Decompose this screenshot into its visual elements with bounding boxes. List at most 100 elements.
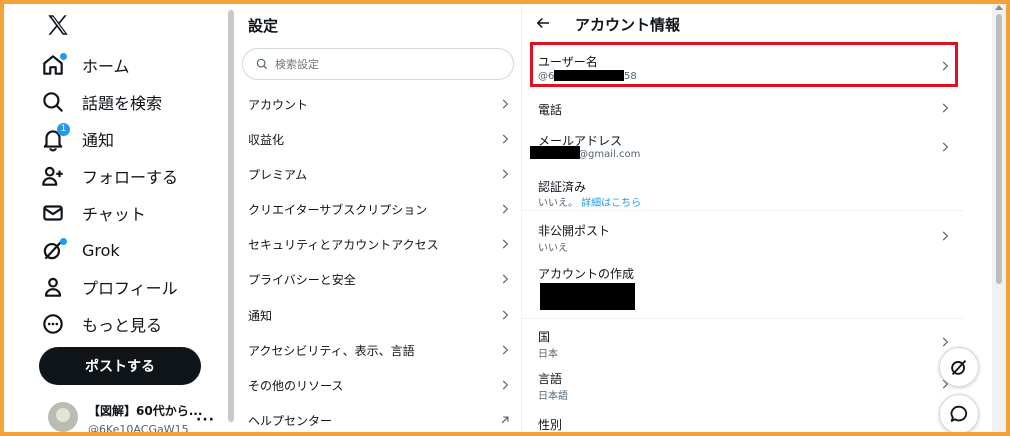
nav-explore[interactable]: 話題を検索 <box>40 84 220 120</box>
nav-label: Grok <box>82 240 120 260</box>
row-phone[interactable]: 電話 <box>522 90 964 124</box>
x-logo-icon[interactable] <box>45 12 71 38</box>
chevron-right-icon <box>502 345 509 355</box>
home-icon <box>40 52 67 78</box>
browser-viewport: ホーム 話題を検索 1 通知 フォローする チャット Grok プロフィール も… <box>4 4 1006 432</box>
settings-title: 設定 <box>248 17 279 35</box>
verified-value: いいえ。 <box>538 198 578 209</box>
redaction-bar <box>530 146 580 159</box>
row-label: 非公開ポスト <box>538 224 611 238</box>
row-language[interactable]: 言語 日本語 <box>522 362 964 402</box>
email-suffix: @gmail.com <box>578 149 641 160</box>
more-dots-icon[interactable]: ··· <box>196 412 215 428</box>
grok-icon <box>40 237 67 263</box>
person-icon <box>40 274 66 300</box>
notification-dot <box>60 238 67 245</box>
chevron-right-icon <box>942 103 949 113</box>
nav-label: プロフィール <box>82 279 178 298</box>
nav-scrollbar[interactable] <box>228 10 234 422</box>
row-email[interactable]: メールアドレス @gmail.com <box>522 126 964 166</box>
bell-icon: 1 <box>40 123 70 152</box>
chevron-right-icon <box>502 380 509 390</box>
settings-item-notifications[interactable]: 通知 <box>235 298 522 333</box>
row-verified: 認証済み いいえ。 詳細はこちら <box>522 168 964 209</box>
nav-chat[interactable]: チャット <box>40 195 220 231</box>
settings-column: 設定 アカウント 収益化 プレミアム クリエイターサブスクリプション セキュリテ… <box>235 4 522 432</box>
account-info-column: アカウント情報 ユーザー名 @6 58 電話 メールアドレス @gmail.co… <box>522 4 964 432</box>
settings-item-label: クリエイターサブスクリプション <box>248 203 428 217</box>
settings-item-label: アカウント <box>248 98 309 112</box>
account-name: 【図解】60代から... <box>88 404 203 418</box>
row-value: いいえ <box>538 243 568 254</box>
back-arrow-icon[interactable] <box>534 14 552 32</box>
chevron-right-icon <box>942 231 949 241</box>
divider <box>522 210 964 211</box>
settings-item-monetization[interactable]: 収益化 <box>235 122 522 157</box>
settings-item-label: ヘルプセンター <box>248 414 333 428</box>
settings-search[interactable] <box>242 48 514 80</box>
settings-item-account[interactable]: アカウント <box>235 87 522 122</box>
row-label: 電話 <box>538 103 563 117</box>
search-icon <box>256 58 268 70</box>
messages-fab[interactable] <box>939 394 979 432</box>
notification-badge: 1 <box>57 123 70 136</box>
account-handle: @6Ke10ACGaW15 <box>88 423 189 432</box>
chat-bubble-icon <box>950 405 968 422</box>
nav-follow[interactable]: フォローする <box>40 158 220 194</box>
nav-grok[interactable]: Grok <box>40 232 220 268</box>
chevron-right-icon <box>502 204 509 214</box>
chevron-right-icon <box>942 142 949 152</box>
nav-more[interactable]: もっと見る <box>40 306 220 342</box>
nav-label: チャット <box>82 205 146 224</box>
chevron-right-icon <box>502 239 509 249</box>
settings-item-creator-subscriptions[interactable]: クリエイターサブスクリプション <box>235 192 522 227</box>
mail-icon <box>40 200 66 226</box>
search-input[interactable] <box>275 57 495 71</box>
nav-notifications[interactable]: 1 通知 <box>40 121 220 157</box>
avatar <box>48 402 78 432</box>
row-protected-posts[interactable]: 非公開ポスト いいえ <box>522 212 964 254</box>
settings-item-label: セキュリティとアカウントアクセス <box>248 238 439 252</box>
row-label: 国 <box>538 330 551 344</box>
settings-item-label: アクセシビリティ、表示、言語 <box>248 344 415 358</box>
row-country[interactable]: 国 日本 <box>522 320 964 360</box>
account-switcher[interactable]: 【図解】60代から... @6Ke10ACGaW15 ··· <box>48 402 223 432</box>
settings-item-label: 収益化 <box>248 133 285 147</box>
learn-more-link[interactable]: 詳細はこちら <box>581 198 641 209</box>
settings-item-security[interactable]: セキュリティとアカウントアクセス <box>235 227 522 262</box>
divider <box>522 318 964 319</box>
notification-dot <box>60 53 67 60</box>
nav-label: ホーム <box>82 57 130 76</box>
nav-home[interactable]: ホーム <box>40 47 220 83</box>
nav-label: 話題を検索 <box>82 94 163 113</box>
primary-nav: ホーム 話題を検索 1 通知 フォローする チャット Grok プロフィール も… <box>4 4 226 432</box>
more-circle-icon <box>40 311 66 337</box>
row-label: アカウントの作成 <box>538 267 635 281</box>
chevron-right-icon <box>502 134 509 144</box>
settings-item-help-center[interactable]: ヘルプセンター <box>235 403 522 432</box>
grok-icon <box>951 359 967 375</box>
settings-item-premium[interactable]: プレミアム <box>235 157 522 192</box>
chevron-right-icon <box>502 169 509 179</box>
settings-item-accessibility[interactable]: アクセシビリティ、表示、言語 <box>235 333 522 368</box>
row-gender[interactable]: 性別 <box>522 404 964 432</box>
nav-label: フォローする <box>82 168 179 187</box>
chevron-right-icon <box>502 310 509 320</box>
settings-item-privacy[interactable]: プライバシーと安全 <box>235 262 522 297</box>
settings-item-resources[interactable]: その他のリソース <box>235 368 522 403</box>
settings-item-label: 通知 <box>248 309 273 323</box>
page-title: アカウント情報 <box>575 16 681 34</box>
row-value: 日本語 <box>538 391 568 402</box>
nav-profile[interactable]: プロフィール <box>40 269 220 305</box>
scroll-up-arrow-icon[interactable] <box>995 5 1003 10</box>
post-button[interactable]: ポストする <box>39 347 201 385</box>
settings-item-label: プレミアム <box>248 168 308 182</box>
nav-label: もっと見る <box>82 316 163 335</box>
grok-fab[interactable] <box>939 347 979 387</box>
row-label: 認証済み <box>538 180 587 194</box>
settings-item-label: その他のリソース <box>248 379 344 393</box>
chevron-right-icon <box>942 337 949 347</box>
row-label: 性別 <box>538 418 563 432</box>
highlight-box <box>530 42 958 87</box>
page-scrollbar-thumb[interactable] <box>996 14 1002 284</box>
